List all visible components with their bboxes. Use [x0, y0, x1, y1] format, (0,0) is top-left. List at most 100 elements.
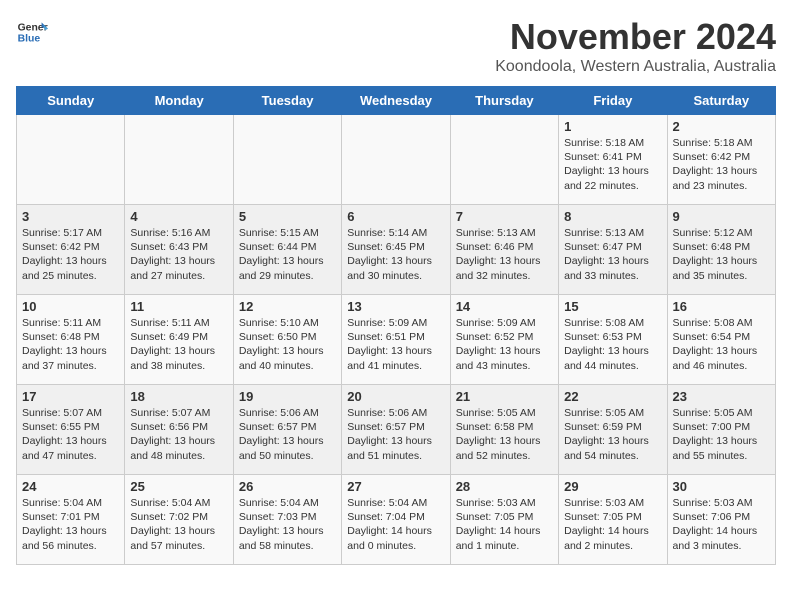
- calendar-cell: 12Sunrise: 5:10 AM Sunset: 6:50 PM Dayli…: [233, 295, 341, 385]
- day-number: 6: [347, 209, 444, 224]
- cell-details: Sunrise: 5:11 AM Sunset: 6:48 PM Dayligh…: [22, 316, 119, 373]
- cell-details: Sunrise: 5:13 AM Sunset: 6:46 PM Dayligh…: [456, 226, 553, 283]
- calendar-cell: 17 Sunrise: 5:07 AM Sunset: 6:55 PM Dayli…: [17, 385, 125, 475]
- calendar-week-2: 3 Sunrise: 5:17 AM Sunset: 6:42 PM Daylig…: [17, 205, 776, 295]
- calendar-cell: 27Sunrise: 5:04 AM Sunset: 7:04 PM Dayli…: [342, 475, 450, 565]
- day-number: 11: [130, 299, 227, 314]
- page-title: November 2024: [495, 16, 776, 58]
- cell-details: Sunrise: 5:04 AM Sunset: 7:01 PM Dayligh…: [22, 496, 119, 553]
- cell-details: Sunrise: 5:18 AM Sunset: 6:41 PM Dayligh…: [564, 136, 661, 193]
- calendar-cell: 8Sunrise: 5:13 AM Sunset: 6:47 PM Daylig…: [559, 205, 667, 295]
- cell-details: Sunrise: 5:03 AM Sunset: 7:05 PM Dayligh…: [564, 496, 661, 553]
- cell-details: Sunrise: 5:05 AM Sunset: 7:00 PM Dayligh…: [673, 406, 770, 463]
- day-header-monday: Monday: [125, 87, 233, 115]
- calendar-cell: 22Sunrise: 5:05 AM Sunset: 6:59 PM Dayli…: [559, 385, 667, 475]
- calendar-cell: 1 Sunrise: 5:18 AM Sunset: 6:41 PM Daylig…: [559, 115, 667, 205]
- cell-details: Sunrise: 5:12 AM Sunset: 6:48 PM Dayligh…: [673, 226, 770, 283]
- logo-icon: General Blue: [16, 16, 48, 48]
- calendar-cell: 6 Sunrise: 5:14 AM Sunset: 6:45 PM Daylig…: [342, 205, 450, 295]
- calendar-cell: [125, 115, 233, 205]
- calendar-cell: 30 Sunrise: 5:03 AM Sunset: 7:06 PM Dayli…: [667, 475, 775, 565]
- day-header-wednesday: Wednesday: [342, 87, 450, 115]
- cell-details: Sunrise: 5:11 AM Sunset: 6:49 PM Dayligh…: [130, 316, 227, 373]
- cell-details: Sunrise: 5:08 AM Sunset: 6:53 PM Dayligh…: [564, 316, 661, 373]
- calendar-cell: 9 Sunrise: 5:12 AM Sunset: 6:48 PM Daylig…: [667, 205, 775, 295]
- cell-details: Sunrise: 5:18 AM Sunset: 6:42 PM Dayligh…: [673, 136, 770, 193]
- calendar-cell: 24 Sunrise: 5:04 AM Sunset: 7:01 PM Dayli…: [17, 475, 125, 565]
- calendar-cell: 11 Sunrise: 5:11 AM Sunset: 6:49 PM Dayli…: [125, 295, 233, 385]
- calendar-cell: 28 Sunrise: 5:03 AM Sunset: 7:05 PM Dayli…: [450, 475, 558, 565]
- day-header-thursday: Thursday: [450, 87, 558, 115]
- cell-details: Sunrise: 5:05 AM Sunset: 6:58 PM Dayligh…: [456, 406, 553, 463]
- calendar-cell: 5Sunrise: 5:15 AM Sunset: 6:44 PM Daylig…: [233, 205, 341, 295]
- calendar-table: SundayMondayTuesdayWednesdayThursdayFrid…: [16, 86, 776, 565]
- cell-details: Sunrise: 5:08 AM Sunset: 6:54 PM Dayligh…: [673, 316, 770, 373]
- calendar-week-5: 24 Sunrise: 5:04 AM Sunset: 7:01 PM Dayli…: [17, 475, 776, 565]
- calendar-cell: 25 Sunrise: 5:04 AM Sunset: 7:02 PM Dayli…: [125, 475, 233, 565]
- calendar-cell: 4 Sunrise: 5:16 AM Sunset: 6:43 PM Daylig…: [125, 205, 233, 295]
- cell-details: Sunrise: 5:16 AM Sunset: 6:43 PM Dayligh…: [130, 226, 227, 283]
- day-number: 19: [239, 389, 336, 404]
- day-number: 20: [347, 389, 444, 404]
- calendar-cell: 2 Sunrise: 5:18 AM Sunset: 6:42 PM Daylig…: [667, 115, 775, 205]
- page-header: General Blue November 2024 Koondoola, We…: [16, 16, 776, 76]
- day-number: 17: [22, 389, 119, 404]
- cell-details: Sunrise: 5:03 AM Sunset: 7:05 PM Dayligh…: [456, 496, 553, 553]
- calendar-cell: 13 Sunrise: 5:09 AM Sunset: 6:51 PM Dayli…: [342, 295, 450, 385]
- cell-details: Sunrise: 5:06 AM Sunset: 6:57 PM Dayligh…: [239, 406, 336, 463]
- cell-details: Sunrise: 5:17 AM Sunset: 6:42 PM Dayligh…: [22, 226, 119, 283]
- calendar-cell: 26Sunrise: 5:04 AM Sunset: 7:03 PM Dayli…: [233, 475, 341, 565]
- svg-text:Blue: Blue: [18, 34, 41, 45]
- day-number: 28: [456, 479, 553, 494]
- cell-details: Sunrise: 5:14 AM Sunset: 6:45 PM Dayligh…: [347, 226, 444, 283]
- logo: General Blue: [16, 16, 48, 48]
- header-row: SundayMondayTuesdayWednesdayThursdayFrid…: [17, 87, 776, 115]
- calendar-cell: 7Sunrise: 5:13 AM Sunset: 6:46 PM Daylig…: [450, 205, 558, 295]
- day-number: 3: [22, 209, 119, 224]
- cell-details: Sunrise: 5:09 AM Sunset: 6:51 PM Dayligh…: [347, 316, 444, 373]
- calendar-cell: [342, 115, 450, 205]
- calendar-cell: 18 Sunrise: 5:07 AM Sunset: 6:56 PM Dayli…: [125, 385, 233, 475]
- day-number: 14: [456, 299, 553, 314]
- calendar-cell: 10Sunrise: 5:11 AM Sunset: 6:48 PM Dayli…: [17, 295, 125, 385]
- day-number: 16: [673, 299, 770, 314]
- day-number: 25: [130, 479, 227, 494]
- day-number: 27: [347, 479, 444, 494]
- day-number: 2: [673, 119, 770, 134]
- day-number: 23: [673, 389, 770, 404]
- cell-details: Sunrise: 5:06 AM Sunset: 6:57 PM Dayligh…: [347, 406, 444, 463]
- day-number: 5: [239, 209, 336, 224]
- day-number: 13: [347, 299, 444, 314]
- day-number: 24: [22, 479, 119, 494]
- cell-details: Sunrise: 5:09 AM Sunset: 6:52 PM Dayligh…: [456, 316, 553, 373]
- day-number: 15: [564, 299, 661, 314]
- day-number: 18: [130, 389, 227, 404]
- calendar-cell: [450, 115, 558, 205]
- cell-details: Sunrise: 5:07 AM Sunset: 6:56 PM Dayligh…: [130, 406, 227, 463]
- cell-details: Sunrise: 5:07 AM Sunset: 6:55 PM Dayligh…: [22, 406, 119, 463]
- day-header-tuesday: Tuesday: [233, 87, 341, 115]
- cell-details: Sunrise: 5:04 AM Sunset: 7:02 PM Dayligh…: [130, 496, 227, 553]
- day-number: 29: [564, 479, 661, 494]
- page-subtitle: Koondoola, Western Australia, Australia: [495, 58, 776, 76]
- day-number: 21: [456, 389, 553, 404]
- day-number: 1: [564, 119, 661, 134]
- cell-details: Sunrise: 5:13 AM Sunset: 6:47 PM Dayligh…: [564, 226, 661, 283]
- day-number: 12: [239, 299, 336, 314]
- day-number: 30: [673, 479, 770, 494]
- calendar-week-1: 1 Sunrise: 5:18 AM Sunset: 6:41 PM Daylig…: [17, 115, 776, 205]
- svg-text:General: General: [18, 22, 48, 33]
- day-number: 4: [130, 209, 227, 224]
- day-number: 9: [673, 209, 770, 224]
- calendar-cell: 14 Sunrise: 5:09 AM Sunset: 6:52 PM Dayli…: [450, 295, 558, 385]
- calendar-cell: 29 Sunrise: 5:03 AM Sunset: 7:05 PM Dayli…: [559, 475, 667, 565]
- calendar-cell: 15 Sunrise: 5:08 AM Sunset: 6:53 PM Dayli…: [559, 295, 667, 385]
- calendar-cell: 3 Sunrise: 5:17 AM Sunset: 6:42 PM Daylig…: [17, 205, 125, 295]
- calendar-cell: 16 Sunrise: 5:08 AM Sunset: 6:54 PM Dayli…: [667, 295, 775, 385]
- day-number: 26: [239, 479, 336, 494]
- calendar-week-4: 17 Sunrise: 5:07 AM Sunset: 6:55 PM Dayli…: [17, 385, 776, 475]
- cell-details: Sunrise: 5:05 AM Sunset: 6:59 PM Dayligh…: [564, 406, 661, 463]
- cell-details: Sunrise: 5:03 AM Sunset: 7:06 PM Dayligh…: [673, 496, 770, 553]
- calendar-cell: 21 Sunrise: 5:05 AM Sunset: 6:58 PM Dayli…: [450, 385, 558, 475]
- title-section: November 2024 Koondoola, Western Austral…: [495, 16, 776, 76]
